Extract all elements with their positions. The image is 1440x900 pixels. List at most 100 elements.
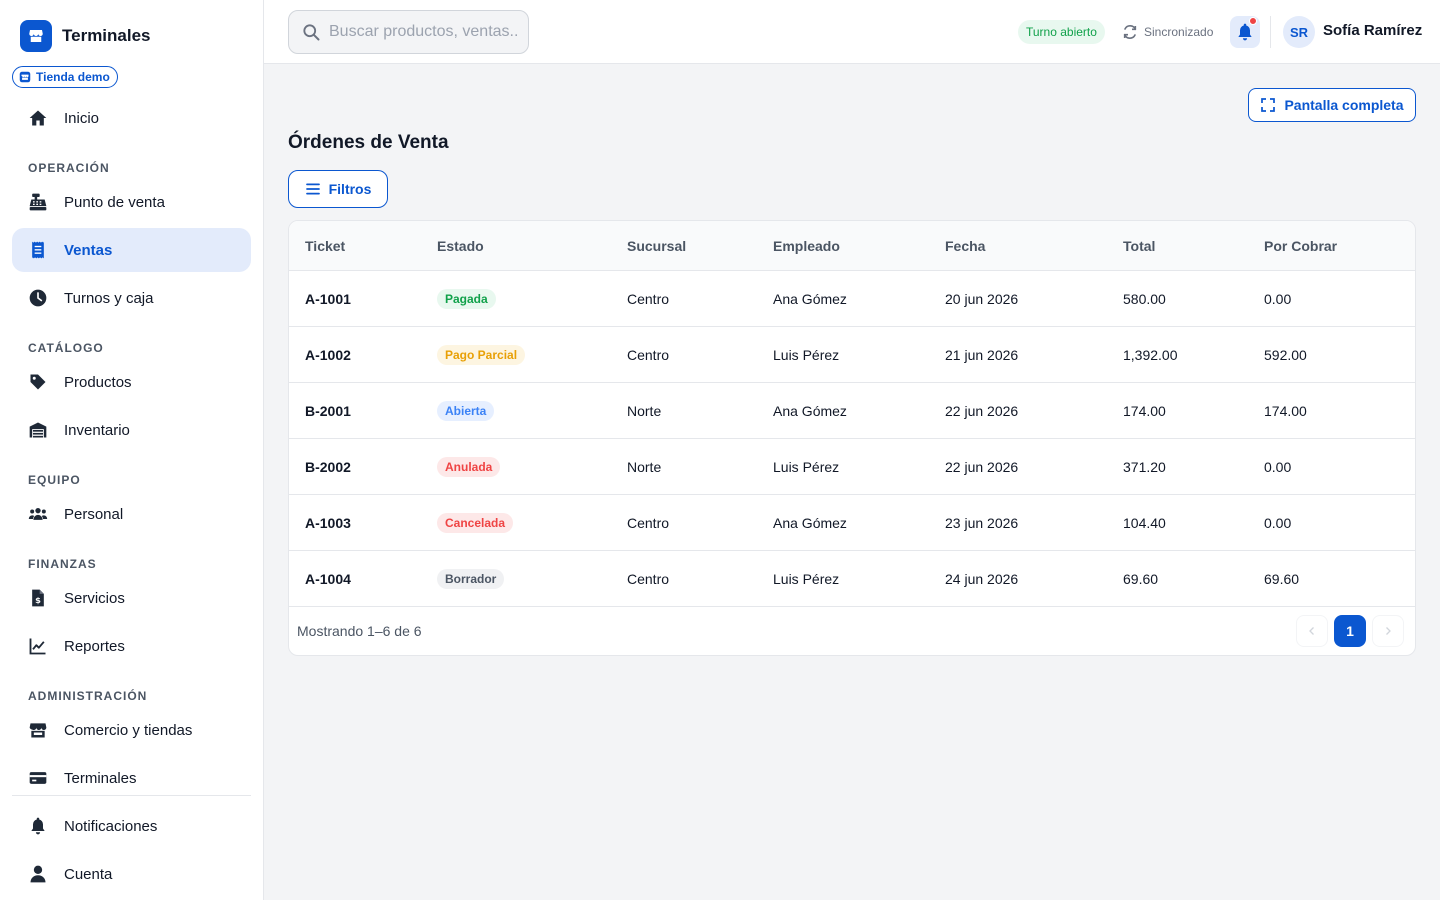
- employee-cell: Luis Pérez: [773, 347, 840, 363]
- next-page-button[interactable]: [1372, 615, 1404, 647]
- sidebar-item-label: Inventario: [64, 421, 130, 439]
- table-row[interactable]: A-1001 Pagada Centro Ana Gómez 20 jun 20…: [289, 271, 1415, 327]
- table-row[interactable]: A-1003 Cancelada Centro Ana Gómez 23 jun…: [289, 495, 1415, 551]
- home-icon: [28, 108, 48, 128]
- status-badge: Pagada: [437, 289, 496, 309]
- balance-due-cell: 0.00: [1264, 459, 1292, 475]
- brand[interactable]: Terminales: [20, 20, 151, 52]
- bell-icon: [1238, 23, 1252, 41]
- sidebar-item-reportes[interactable]: Reportes: [12, 624, 251, 668]
- sidebar-item-turnos-y-caja[interactable]: Turnos y caja: [12, 276, 251, 320]
- sidebar-item-notificaciones[interactable]: Notificaciones: [12, 804, 251, 848]
- sidebar-item-ventas[interactable]: Ventas: [12, 228, 251, 272]
- shift-status-badge: Turno abierto: [1018, 20, 1105, 44]
- branch-cell: Centro: [627, 515, 670, 531]
- fullscreen-button[interactable]: Pantalla completa: [1248, 88, 1416, 122]
- fullscreen-button-label: Pantalla completa: [1284, 97, 1404, 113]
- sidebar-item-inventario[interactable]: Inventario: [12, 408, 251, 452]
- branch-cell: Centro: [627, 291, 670, 307]
- sidebar-item-label: Personal: [64, 505, 124, 523]
- ticket-cell: A-1002: [305, 347, 351, 363]
- column-header-por-cobrar[interactable]: Por Cobrar: [1264, 238, 1337, 254]
- date-cell: 22 jun 2026: [945, 403, 1019, 419]
- chevron-right-icon: [1386, 627, 1391, 635]
- sidebar-item-productos[interactable]: Productos: [12, 360, 251, 404]
- sidebar-item-personal[interactable]: Personal: [12, 492, 251, 536]
- receipt-icon: [28, 240, 48, 260]
- bell-icon: [28, 816, 48, 836]
- sidebar-item-label: Punto de venta: [64, 193, 165, 211]
- balance-due-cell: 69.60: [1264, 571, 1300, 587]
- pagination-summary: Mostrando 1–6 de 6: [297, 623, 422, 639]
- table-header: Ticket Estado Sucursal Empleado Fecha To…: [289, 221, 1415, 271]
- column-header-ticket[interactable]: Ticket: [305, 238, 345, 254]
- user-icon: [28, 864, 48, 884]
- sidebar-item-comercio-y-tiendas[interactable]: Comercio y tiendas: [12, 708, 251, 752]
- invoice-dollar-icon: $: [28, 588, 48, 608]
- section-title-finanzas: FINANZAS: [28, 557, 97, 571]
- section-title-equipo: EQUIPO: [28, 473, 81, 487]
- status-cell: Cancelada: [437, 495, 514, 551]
- date-cell: 23 jun 2026: [945, 515, 1019, 531]
- sync-icon: [1123, 25, 1137, 39]
- filters-button[interactable]: Filtros: [288, 170, 388, 208]
- menu-lines-icon: [305, 183, 320, 195]
- sidebar: Terminales Tienda demo Inicio OPERACIÓN …: [0, 0, 264, 900]
- user-name[interactable]: Sofía Ramírez: [1323, 22, 1422, 39]
- column-header-empleado[interactable]: Empleado: [773, 238, 840, 254]
- credit-card-icon: [28, 768, 48, 788]
- ticket-cell: B-2001: [305, 403, 351, 419]
- date-cell: 20 jun 2026: [945, 291, 1019, 307]
- sidebar-item-label: Turnos y caja: [64, 289, 154, 307]
- sidebar-item-punto-de-venta[interactable]: Punto de venta: [12, 180, 251, 224]
- ticket-cell: B-2002: [305, 459, 351, 475]
- sidebar-item-servicios[interactable]: $ Servicios: [12, 576, 251, 620]
- notifications-button[interactable]: [1230, 16, 1260, 48]
- branch-cell: Norte: [627, 403, 662, 419]
- employee-cell: Luis Pérez: [773, 459, 840, 475]
- cash-register-icon: [28, 192, 48, 212]
- sidebar-item-inicio[interactable]: Inicio: [12, 96, 251, 140]
- sidebar-item-cuenta[interactable]: Cuenta: [12, 852, 251, 896]
- sidebar-item-label: Terminales: [64, 769, 137, 787]
- table-row[interactable]: B-2001 Abierta Norte Ana Gómez 22 jun 20…: [289, 383, 1415, 439]
- page-button-current[interactable]: 1: [1334, 615, 1366, 647]
- column-header-total[interactable]: Total: [1123, 238, 1155, 254]
- store-selector-chip[interactable]: Tienda demo: [12, 66, 118, 88]
- sidebar-divider: [12, 795, 251, 796]
- search-input[interactable]: [329, 23, 519, 41]
- ticket-cell: A-1003: [305, 515, 351, 531]
- table-row[interactable]: A-1004 Borrador Centro Luis Pérez 24 jun…: [289, 551, 1415, 607]
- table-row[interactable]: A-1002 Pago Parcial Centro Luis Pérez 21…: [289, 327, 1415, 383]
- total-cell: 580.00: [1123, 291, 1166, 307]
- sync-status: Sincronizado: [1122, 20, 1213, 44]
- status-cell: Anulada: [437, 439, 501, 495]
- column-header-estado[interactable]: Estado: [437, 238, 484, 254]
- total-cell: 104.40: [1123, 515, 1166, 531]
- avatar[interactable]: SR: [1283, 16, 1315, 48]
- branch-cell: Centro: [627, 347, 670, 363]
- status-badge: Cancelada: [437, 513, 514, 533]
- sidebar-item-label: Servicios: [64, 589, 125, 607]
- date-cell: 24 jun 2026: [945, 571, 1019, 587]
- status-badge: Pago Parcial: [437, 345, 526, 365]
- column-header-sucursal[interactable]: Sucursal: [627, 238, 686, 254]
- sales-orders-table: Ticket Estado Sucursal Empleado Fecha To…: [288, 220, 1416, 656]
- status-badge: Abierta: [437, 401, 495, 421]
- topbar-divider: [1270, 16, 1271, 48]
- employee-cell: Luis Pérez: [773, 571, 840, 587]
- search-box[interactable]: [288, 10, 529, 54]
- column-header-fecha[interactable]: Fecha: [945, 238, 985, 254]
- sidebar-item-label: Notificaciones: [64, 817, 158, 835]
- table-footer: Mostrando 1–6 de 6 1: [289, 607, 1415, 655]
- previous-page-button[interactable]: [1296, 615, 1328, 647]
- balance-due-cell: 0.00: [1264, 291, 1292, 307]
- sidebar-item-terminales[interactable]: Terminales: [12, 756, 251, 800]
- line-chart-icon: [28, 636, 48, 656]
- clock-icon: [28, 288, 48, 308]
- sidebar-item-label: Inicio: [64, 109, 100, 127]
- page-title: Órdenes de Venta: [288, 132, 449, 153]
- table-row[interactable]: B-2002 Anulada Norte Luis Pérez 22 jun 2…: [289, 439, 1415, 495]
- top-bar: Turno abierto Sincronizado SR Sofía Ramí…: [264, 0, 1440, 64]
- status-cell: Borrador: [437, 551, 505, 607]
